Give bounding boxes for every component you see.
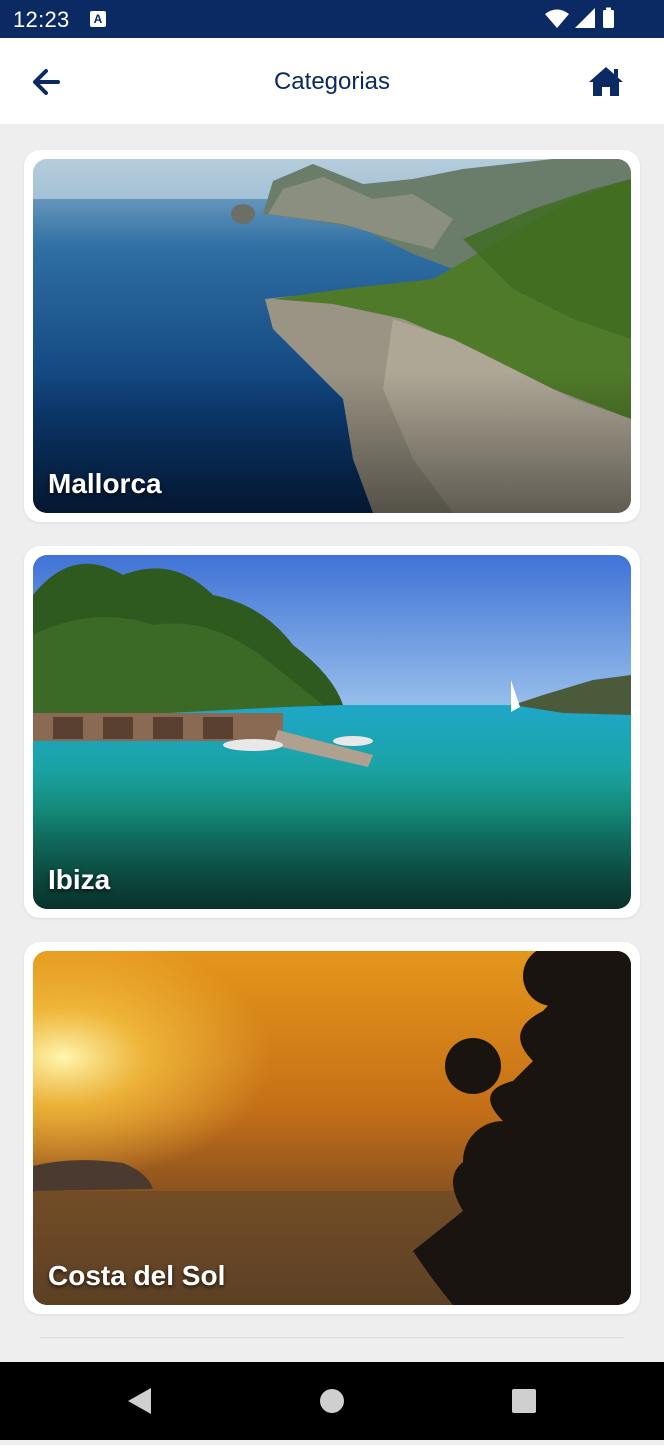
- system-nav-bar: [0, 1362, 664, 1440]
- nav-home-button[interactable]: [292, 1362, 372, 1440]
- category-image-mallorca: [33, 159, 631, 513]
- nav-recents-button[interactable]: [484, 1362, 564, 1440]
- category-label: Mallorca: [48, 468, 162, 499]
- home-button[interactable]: [586, 62, 626, 102]
- app-bar: Categorias: [0, 38, 664, 124]
- category-label: Ibiza: [48, 864, 111, 895]
- wifi-icon: [545, 9, 569, 28]
- nav-recents-icon: [512, 1389, 536, 1413]
- nav-back-icon: [128, 1388, 151, 1414]
- home-icon: [589, 67, 623, 96]
- category-card-ibiza[interactable]: Ibiza: [24, 546, 640, 918]
- category-card-costa-del-sol[interactable]: Costa del Sol: [24, 942, 640, 1314]
- battery-icon: [603, 7, 614, 28]
- divider: [40, 1337, 624, 1338]
- signal-icon: [575, 8, 595, 28]
- category-label: Costa del Sol: [48, 1260, 226, 1291]
- nav-home-icon: [320, 1389, 344, 1413]
- category-card-mallorca[interactable]: Mallorca: [24, 150, 640, 522]
- nav-back-button[interactable]: [100, 1362, 180, 1440]
- notification-icon: A: [90, 11, 106, 27]
- page-title: Categorias: [273, 68, 391, 95]
- category-image-ibiza: [33, 555, 631, 909]
- status-bar: 12:23 A: [0, 0, 664, 38]
- category-image-costa-del-sol: [33, 951, 631, 1305]
- status-time: 12:23: [13, 7, 70, 32]
- status-icons: [544, 7, 624, 36]
